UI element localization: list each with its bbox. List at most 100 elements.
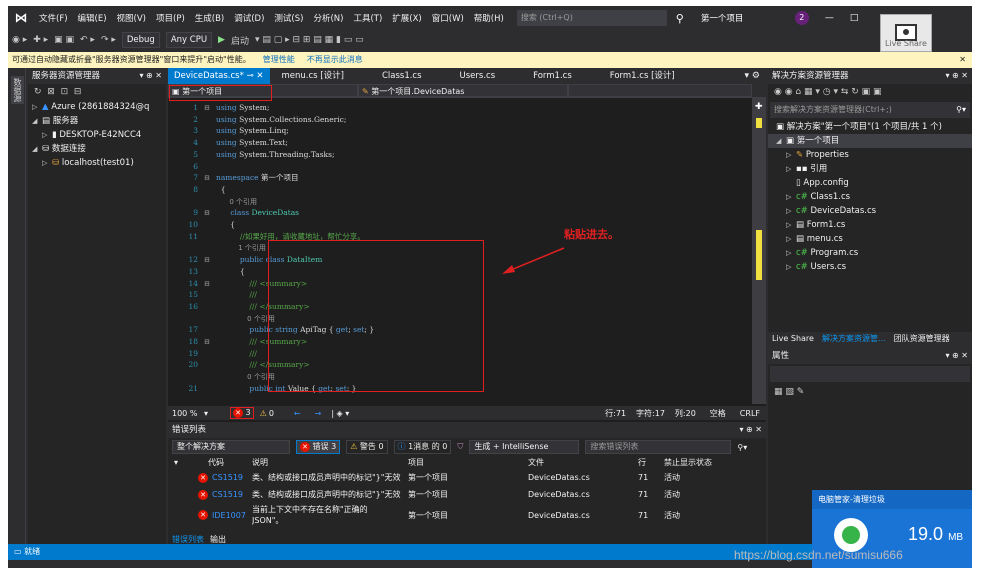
indent-mode[interactable]: 空格	[710, 408, 726, 419]
close-icon[interactable]: ✕	[256, 71, 263, 81]
tree-item-appconfig[interactable]: ▯ App.config	[768, 176, 972, 190]
close-icon[interactable]: ✕	[959, 52, 966, 68]
vertical-scrollbar[interactable]: ✚	[752, 98, 766, 404]
class-dropdown[interactable]: ✎ 第一个项目.DeviceDatas	[358, 84, 568, 97]
column-file[interactable]: 文件	[528, 456, 544, 469]
table-row[interactable]: ✕ CS1519 类、结构或接口成员声明中的标记"}"无效 第一个项目 Devi…	[168, 486, 766, 503]
panel-controls[interactable]: ▾ ⊕ ✕	[739, 422, 762, 438]
tab-form1-design[interactable]: Form1.cs [设计]	[604, 68, 681, 84]
solution-node[interactable]: ▣ 解决方案"第一个项目"(1 个项目/共 1 个)	[768, 120, 972, 134]
git-icon[interactable]: | ◈ ▾	[331, 409, 349, 418]
column-filter-icon[interactable]: ▾	[174, 456, 178, 469]
column-line[interactable]: 行	[638, 456, 646, 469]
minimize-icon[interactable]: —	[825, 13, 834, 23]
error-indicator[interactable]: ✕ 3	[230, 407, 254, 419]
prev-icon[interactable]: ←	[294, 409, 301, 418]
redo-icon[interactable]: ↷ ▸	[101, 35, 116, 45]
manage-performance-link[interactable]: 管理性能	[263, 52, 295, 68]
column-project[interactable]: 项目	[408, 456, 424, 469]
quick-launch-search[interactable]: 搜索 (Ctrl+Q)	[516, 10, 667, 26]
solution-config-dropdown[interactable]: Debug	[121, 32, 160, 48]
data-sources-tab[interactable]: 数据源	[11, 76, 24, 104]
expand-icon[interactable]: ▷	[786, 190, 796, 204]
warnings-filter-button[interactable]: ⚠ 警告 0	[346, 440, 388, 454]
project-node[interactable]: ◢ ▣ 第一个项目	[768, 134, 972, 148]
connect-db-icon[interactable]: ⊡	[61, 87, 69, 97]
tab-form1[interactable]: Form1.cs	[527, 68, 578, 84]
start-debug-icon[interactable]: ▶	[218, 35, 225, 45]
collapse-icon[interactable]: ◢	[776, 134, 786, 148]
alphabetical-icon[interactable]: ▧	[785, 387, 794, 397]
column-suppression[interactable]: 禁止显示状态	[664, 456, 712, 469]
error-code-link[interactable]: CS1519	[212, 469, 243, 486]
tree-item-menu[interactable]: ▷ ▤ menu.cs	[768, 232, 972, 246]
tab-team-explorer[interactable]: 团队资源管理器	[890, 332, 954, 346]
expand-icon[interactable]: ▷	[786, 246, 796, 260]
code-line[interactable]: 6	[168, 161, 728, 173]
column-code[interactable]: 代码	[208, 456, 224, 469]
filter-icon[interactable]: ⛉	[457, 442, 463, 452]
expand-icon[interactable]: ▷	[42, 128, 52, 142]
search-icon[interactable]: ⚲▾	[737, 443, 747, 452]
menu-window[interactable]: 窗口(W)	[427, 12, 469, 24]
nav-back-icon[interactable]: ◉ ▸	[12, 35, 27, 45]
expand-icon[interactable]: ▷	[786, 148, 796, 162]
new-project-icon[interactable]: ✚ ▸	[33, 35, 48, 45]
stop-icon[interactable]: ⊠	[47, 87, 55, 97]
tree-item-desktop[interactable]: ▷ ▮ DESKTOP-E42NCC4	[28, 128, 166, 142]
errors-filter-button[interactable]: ✕ 错误 3	[296, 440, 341, 454]
code-line[interactable]: 7 ⊟ namespace 第一个项目	[168, 172, 728, 184]
menu-debug[interactable]: 调试(D)	[229, 12, 269, 24]
expand-icon[interactable]: ▷	[786, 232, 796, 246]
floating-image-widget[interactable]: Live Share	[880, 14, 932, 52]
code-line[interactable]: 0 个引用	[168, 196, 728, 208]
solution-platform-dropdown[interactable]: Any CPU	[165, 32, 213, 48]
collapse-icon[interactable]: ◢	[32, 142, 42, 156]
messages-filter-button[interactable]: ⓘ 1消息 的 0	[393, 440, 452, 454]
undo-icon[interactable]: ↶ ▸	[80, 35, 95, 45]
back-icon[interactable]: ◉ ◉ ⌂ ▦ ▾ ◷ ▾ ⇆ ↻ ▣ ▣	[774, 87, 882, 97]
tab-devicedatas[interactable]: DeviceDatas.cs* ⊸ ✕	[168, 68, 270, 84]
tree-item-devicedatas[interactable]: ▷ c# DeviceDatas.cs	[768, 204, 972, 218]
table-row[interactable]: ✕ CS1519 类、结构或接口成员声明中的标记"}"无效 第一个项目 Devi…	[168, 469, 766, 486]
search-icon[interactable]: ⚲▾	[956, 102, 966, 118]
expand-icon[interactable]: ▷	[786, 218, 796, 232]
tree-item-class1[interactable]: ▷ c# Class1.cs	[768, 190, 972, 204]
connect-server-icon[interactable]: ⊟	[74, 87, 82, 97]
tree-item-users[interactable]: ▷ c# Users.cs	[768, 260, 972, 274]
dont-show-again-link[interactable]: 不再显示此消息	[307, 52, 363, 68]
menu-tools[interactable]: 工具(T)	[348, 12, 387, 24]
collapse-icon[interactable]: ◢	[32, 114, 42, 128]
search-icon[interactable]: ⚲	[667, 12, 693, 25]
codelens-reference[interactable]: 0 个引用	[216, 373, 275, 381]
menu-extensions[interactable]: 扩展(X)	[387, 12, 426, 24]
tree-item-localhost[interactable]: ▷ ⛁ localhost(test01)	[28, 156, 166, 170]
menu-project[interactable]: 项目(P)	[151, 12, 190, 24]
expand-icon[interactable]: ▷	[42, 156, 52, 170]
code-line[interactable]: 8 {	[168, 184, 728, 196]
line-endings[interactable]: CRLF	[740, 409, 766, 418]
column-description[interactable]: 说明	[252, 456, 268, 469]
expand-icon[interactable]: ▷	[786, 204, 796, 218]
zoom-level[interactable]: 100 %	[168, 409, 204, 418]
expand-icon[interactable]: ▷	[786, 162, 796, 176]
codelens-reference[interactable]: 0 个引用	[216, 198, 257, 206]
toolbar-misc-icons[interactable]: ▾ ▤ ▢ ▸ ⊟ ⊞ ▤ ▦ ▮ ▭ ▭	[255, 35, 364, 45]
code-line[interactable]: 9 ⊟ class DeviceDatas	[168, 207, 728, 219]
code-line[interactable]: 3 using System.Linq;	[168, 125, 728, 137]
code-line[interactable]: 4 using System.Text;	[168, 137, 728, 149]
menu-test[interactable]: 测试(S)	[269, 12, 308, 24]
tree-item-data-connections[interactable]: ◢ ⛁ 数据连接	[28, 142, 166, 156]
next-icon[interactable]: →	[315, 409, 322, 418]
codelens-reference[interactable]: 0 个引用	[216, 315, 275, 323]
tree-item-properties[interactable]: ▷ ✎ Properties	[768, 148, 972, 162]
tree-item-form1[interactable]: ▷ ▤ Form1.cs	[768, 218, 972, 232]
maximize-icon[interactable]: □	[850, 13, 859, 23]
panel-controls[interactable]: ▾ ⊕ ✕	[945, 348, 968, 364]
categorized-icon[interactable]: ▦	[774, 387, 783, 397]
code-line[interactable]: 1 ⊟ using System;	[168, 102, 728, 114]
panel-controls[interactable]: ▾ ⊕ ✕	[945, 68, 968, 84]
tab-class1[interactable]: Class1.cs	[376, 68, 428, 84]
error-search-input[interactable]: 搜索错误列表	[585, 440, 732, 454]
build-filter-dropdown[interactable]: 生成 + IntelliSense	[469, 440, 580, 454]
